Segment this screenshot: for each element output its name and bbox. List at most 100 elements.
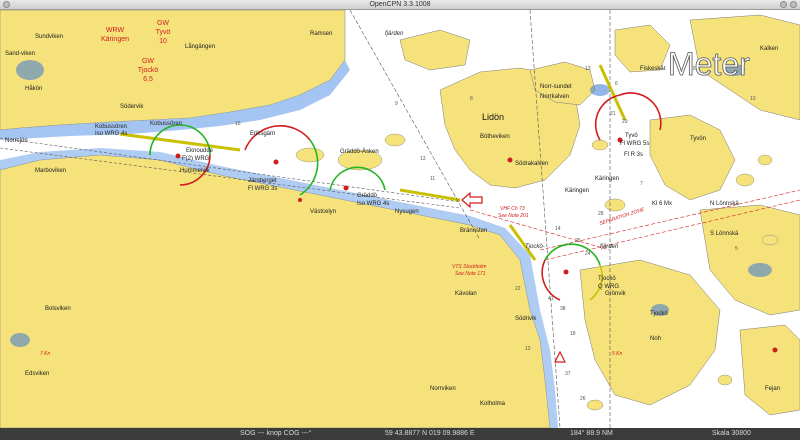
svg-text:13: 13 [420,156,426,162]
svg-text:Fiskeskär: Fiskeskär [640,66,666,72]
svg-text:Sand-viken: Sand-viken [5,51,35,57]
svg-text:Bötheviken: Bötheviken [480,134,510,140]
svg-text:fjärden: fjärden [385,31,404,37]
svg-text:WRW: WRW [106,27,125,34]
svg-text:5 Kn: 5 Kn [612,351,623,357]
svg-text:16: 16 [235,121,241,127]
svg-text:18: 18 [570,331,576,337]
svg-text:See Note 171: See Note 171 [455,271,486,277]
svg-text:Brännsten: Brännsten [460,228,487,234]
svg-text:Norr-sundet: Norr-sundet [540,84,572,90]
svg-text:Västcelyn: Västcelyn [310,209,336,215]
svg-text:Järnberget: Järnberget [248,178,277,184]
svg-text:Hummelvik: Hummelvik [180,168,211,174]
svg-text:Kolholma: Kolholma [480,401,506,407]
svg-text:37: 37 [565,371,571,377]
scale-readout: Skala 30800 [712,430,751,437]
svg-text:Håkön: Håkön [25,85,42,92]
svg-text:11: 11 [430,176,435,182]
svg-text:Norrsjön: Norrsjön [5,138,28,144]
svg-text:5: 5 [735,246,738,252]
svg-text:Långängen: Långängen [185,43,215,50]
svg-text:Käringen: Käringen [565,188,589,194]
svg-text:7: 7 [640,181,643,187]
svg-text:25: 25 [575,238,581,244]
svg-text:Tjockö: Tjockö [138,67,159,74]
svg-text:Käringen: Käringen [595,176,619,182]
svg-text:Norrkalven: Norrkalven [540,94,569,100]
svg-text:S Lönnskä: S Lönnskä [710,231,739,237]
svg-text:6,5: 6,5 [143,76,153,83]
svg-text:Iso WRG 4s: Iso WRG 4s [95,131,127,137]
svg-text:Tyvö: Tyvö [625,133,638,139]
svg-text:Sundviken: Sundviken [35,34,63,40]
svg-text:Kalken: Kalken [760,46,778,52]
svg-text:28: 28 [598,211,604,217]
svg-text:10: 10 [159,38,167,45]
svg-text:26: 26 [580,396,586,402]
svg-text:GW: GW [157,20,169,27]
svg-text:Kävolan: Kävolan [455,291,477,297]
svg-text:Kl 6 Mx: Kl 6 Mx [652,201,672,207]
svg-text:Noh: Noh [650,336,661,342]
svg-text:Marboviken: Marboviken [35,168,66,174]
svg-text:Tjockö: Tjockö [650,311,668,317]
status-bar: SOG --- knop COG ---° 59 43.8877 N 019 0… [0,428,800,440]
svg-text:22: 22 [515,286,521,292]
bearing-distance-readout: 184° 88.9 NM [570,430,613,437]
svg-text:Fejan: Fejan [765,386,780,392]
window-title: OpenCPN 3.3.1008 [369,1,431,8]
svg-text:24: 24 [585,251,591,257]
svg-text:Norrviken: Norrviken [430,386,456,392]
svg-text:Käringen: Käringen [101,36,129,43]
svg-text:Lidön: Lidön [482,112,504,122]
svg-text:Södrakalven: Södrakalven [515,161,548,167]
svg-text:F(2) WRG: F(2) WRG [182,156,210,162]
svg-text:21: 21 [610,111,616,117]
svg-text:9: 9 [395,101,398,107]
svg-text:Kobussören: Kobussören [150,121,182,127]
svg-text:13: 13 [585,66,591,72]
svg-text:12: 12 [525,346,531,352]
svg-text:29: 29 [622,119,628,125]
svg-text:Ramsen: Ramsen [310,31,332,37]
svg-text:41: 41 [548,296,554,302]
svg-text:Kobussören: Kobussören [95,124,127,130]
svg-text:Iso WRG 4s: Iso WRG 4s [357,201,389,207]
svg-text:Eknoudde: Eknoudde [186,148,214,154]
svg-text:Tyvön: Tyvön [690,136,706,142]
svg-text:Grönvik: Grönvik [605,291,627,297]
svg-text:7 Kn: 7 Kn [40,351,51,357]
svg-text:6: 6 [615,81,618,87]
svg-text:Edsviken: Edsviken [25,371,49,377]
window-titlebar: OpenCPN 3.3.1008 [0,0,800,10]
svg-text:See Note 201: See Note 201 [498,213,529,219]
svg-text:VTS Stockholm: VTS Stockholm [452,264,486,270]
svg-text:Tjockö: Tjockö [598,276,616,282]
svg-text:Fl WRG 3s: Fl WRG 3s [248,186,277,192]
svg-text:GW: GW [142,58,154,65]
svg-text:8: 8 [470,96,473,102]
svg-text:Södrivik: Södrivik [515,316,537,322]
svg-text:Q WRG: Q WRG [598,284,619,290]
cursor-position-readout: 59 43.8877 N 019 09.9886 E [385,430,475,437]
svg-text:Tjockö-: Tjockö- [525,244,545,250]
svg-text:Gräddö: Gräddö [357,193,378,199]
svg-text:Nysugen: Nysugen [395,209,419,215]
svg-text:VHF Ch 73: VHF Ch 73 [500,206,525,212]
svg-text:10: 10 [750,96,756,102]
svg-text:Fl WRG 5s: Fl WRG 5s [620,141,649,147]
svg-text:Fl R 3s: Fl R 3s [624,152,643,158]
nautical-chart-canvas[interactable]: Lidön fjärden Tjockö- fjärden Håkön Sund… [0,10,800,428]
svg-text:Södervik: Södervik [120,104,144,110]
svg-text:N Lönnskä: N Lönnskä [710,201,739,207]
svg-text:Bolsviken: Bolsviken [45,306,71,312]
svg-text:Eriksgärn: Eriksgärn [250,131,275,137]
svg-text:fjärden: fjärden [600,244,619,250]
svg-text:14: 14 [555,226,561,232]
svg-text:Gräddö-Äsken: Gräddö-Äsken [340,148,379,155]
sog-cog-readout: SOG --- knop COG ---° [240,430,312,437]
svg-text:38: 38 [560,306,566,312]
svg-text:Tyvö: Tyvö [156,29,171,36]
units-overlay: Meter [668,46,750,82]
